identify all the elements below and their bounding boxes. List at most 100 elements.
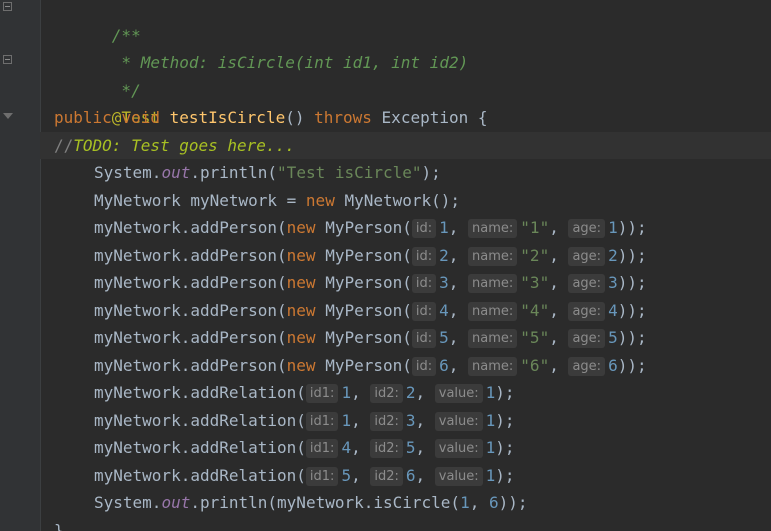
exception-type: Exception {: [381, 108, 488, 127]
person-age-value: 6: [608, 355, 618, 375]
id1-param-hint: id1:: [305, 411, 339, 431]
separator: ,: [549, 273, 569, 292]
person-age-value: 4: [608, 300, 618, 320]
person-name-value: "4": [520, 300, 550, 320]
system-ref: System.: [94, 163, 162, 182]
code-line: * Method: isCircle(int id1, int id2): [54, 22, 771, 72]
id2-param-hint: id2:: [370, 466, 403, 486]
separator: ,: [351, 383, 371, 402]
id-param-hint: id:: [411, 329, 437, 348]
number-literal: 6: [488, 493, 499, 512]
person-constructor: MyPerson(: [315, 273, 412, 292]
add-relation-line: myNetwork.addRelation(id1: 1, id2: 3, valu…: [54, 407, 771, 435]
id-param-hint: id:: [411, 219, 437, 238]
new-keyword: new: [286, 300, 316, 320]
method-parens: (): [285, 108, 305, 127]
separator: ,: [549, 245, 569, 265]
fold-arrow-icon[interactable]: [3, 113, 13, 119]
name-param-hint: name:: [468, 274, 518, 293]
person-constructor: MyPerson(: [315, 300, 412, 320]
separator: ,: [415, 438, 435, 457]
age-param-hint: age:: [568, 301, 606, 321]
person-age-value: 3: [608, 273, 618, 292]
add-relation-call: myNetwork.addRelation(: [94, 438, 306, 457]
number-literal: 1: [460, 493, 470, 512]
separator: ,: [448, 328, 469, 347]
separator: ,: [448, 218, 469, 237]
person-name-value: "5": [520, 328, 550, 347]
statement-end: ));: [617, 245, 647, 265]
relation-id1-value: 1: [341, 383, 352, 402]
method-name: testIsCircle: [169, 108, 286, 127]
separator: ,: [549, 355, 569, 375]
person-id-value: 1: [439, 218, 449, 237]
add-relation-lines: myNetwork.addRelation(id1: 1, id2: 2, valu…: [54, 379, 771, 489]
add-relation-call: myNetwork.addRelation(: [94, 383, 306, 402]
relation-value: 1: [485, 383, 496, 402]
new-keyword: new: [286, 218, 316, 237]
person-name-value: "6": [520, 355, 550, 375]
relation-id1-value: 4: [341, 438, 352, 457]
editor-gutter: [0, 0, 40, 531]
relation-id2-value: 5: [405, 438, 416, 457]
person-name-value: "3": [520, 273, 550, 292]
statement-end: ));: [617, 300, 647, 320]
is-circle-call: .println(myNetwork.isCircle(: [190, 493, 461, 512]
closing-brace: }: [54, 520, 64, 531]
public-keyword: public: [54, 108, 112, 127]
person-constructor: MyPerson(: [315, 328, 412, 347]
add-person-line: myNetwork.addPerson(new MyPerson(id: 4, n…: [54, 297, 771, 325]
add-relation-call: myNetwork.addRelation(: [94, 410, 306, 430]
separator: ,: [351, 410, 371, 430]
add-relation-line: myNetwork.addRelation(id1: 5, id2: 6, valu…: [54, 462, 771, 490]
relation-value: 1: [485, 465, 496, 485]
person-age-value: 2: [608, 245, 618, 265]
string-literal: "Test isCircle": [277, 163, 422, 182]
name-param-hint: name:: [468, 301, 518, 321]
relation-value: 1: [485, 438, 496, 457]
separator: ,: [549, 300, 569, 320]
add-person-call: myNetwork.addPerson(: [94, 300, 287, 320]
new-keyword: new: [305, 190, 335, 210]
fold-collapse-icon[interactable]: [3, 55, 12, 64]
code-editor[interactable]: /** * Method: isCircle(int id1, int id2)…: [0, 0, 771, 531]
person-constructor: MyPerson(: [315, 245, 412, 265]
name-param-hint: name:: [468, 356, 518, 376]
age-param-hint: age:: [568, 246, 606, 266]
separator: ,: [469, 493, 489, 512]
add-person-call: myNetwork.addPerson(: [94, 273, 287, 292]
relation-value: 1: [485, 410, 496, 430]
code-line: MyNetwork myNetwork = new MyNetwork();: [54, 187, 771, 215]
statement-end: );: [421, 163, 441, 182]
name-param-hint: name:: [468, 246, 518, 266]
println-call: .println(: [190, 163, 278, 182]
value-param-hint: value:: [434, 411, 483, 431]
value-param-hint: value:: [434, 439, 483, 458]
system-ref: System.: [94, 493, 162, 512]
age-param-hint: age:: [568, 274, 606, 293]
code-line: */: [54, 49, 771, 100]
comment-slashes: //: [54, 135, 74, 155]
code-area[interactable]: /** * Method: isCircle(int id1, int id2)…: [40, 0, 771, 531]
code-line: System.out.println(myNetwork.isCircle(1,…: [54, 489, 771, 517]
person-age-value: 5: [608, 328, 618, 347]
relation-id1-value: 5: [341, 465, 352, 485]
todo-comment: TODO: Test goes here...: [73, 135, 295, 155]
add-person-lines: myNetwork.addPerson(new MyPerson(id: 1, n…: [54, 214, 771, 379]
relation-id1-value: 1: [341, 410, 352, 430]
statement-end: ));: [617, 355, 647, 375]
separator: ,: [549, 218, 569, 237]
fold-collapse-icon[interactable]: [3, 2, 12, 11]
name-param-hint: name:: [468, 219, 518, 238]
add-person-line: myNetwork.addPerson(new MyPerson(id: 6, n…: [54, 352, 771, 380]
person-id-value: 6: [439, 355, 449, 375]
add-person-call: myNetwork.addPerson(: [94, 218, 287, 237]
relation-id2-value: 6: [405, 465, 416, 485]
statement-end: ));: [617, 218, 647, 237]
statement-end: ));: [498, 493, 528, 512]
value-param-hint: value:: [434, 384, 483, 403]
person-id-value: 4: [439, 300, 449, 320]
relation-id2-value: 2: [405, 383, 416, 402]
add-person-line: myNetwork.addPerson(new MyPerson(id: 2, n…: [54, 242, 771, 270]
id-param-hint: id:: [411, 246, 437, 266]
